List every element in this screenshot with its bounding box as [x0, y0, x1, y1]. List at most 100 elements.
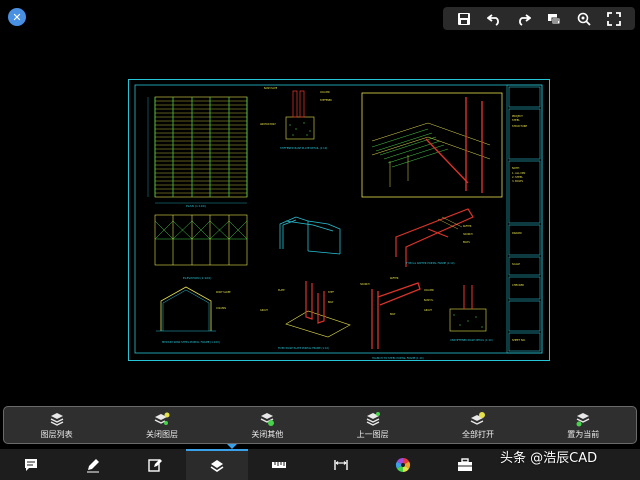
zoom-icon — [577, 12, 591, 26]
color-wheel-button[interactable] — [372, 449, 434, 480]
frame-3d-view — [279, 216, 341, 255]
svg-text:NOTE:: NOTE: — [512, 166, 520, 170]
base-detail-label: STIFFENED BASE PLATE DETAIL (1:10) — [280, 146, 327, 150]
annotation-button[interactable] — [0, 449, 62, 480]
layer-list-button[interactable]: 图层列表 — [9, 407, 105, 443]
elevation-label: ELEVATION (1:100) — [183, 276, 211, 280]
color-wheel-icon — [395, 457, 411, 472]
layer-off-label: 关闭图层 — [145, 429, 178, 439]
layer-current-button[interactable]: 置为当前 — [535, 407, 631, 443]
close-button[interactable]: ✕ — [8, 8, 26, 26]
layer-isolate-button[interactable]: 关闭其他 — [219, 407, 315, 443]
comment-button[interactable] — [544, 9, 564, 29]
pencil-button[interactable] — [62, 449, 124, 480]
ruler-icon — [272, 461, 286, 468]
fullscreen-button[interactable] — [604, 9, 624, 29]
layer-isolate-icon — [260, 412, 275, 426]
layer-panel: 图层列表 关闭图层 关闭其他 上一图层 全部打开 置为当前 — [3, 406, 637, 444]
svg-text:STRUCTURE: STRUCTURE — [512, 124, 528, 128]
layer-list-icon — [50, 412, 63, 426]
portal-label: MEDIUM SPAN STEEL PORTAL FRAME (1:100) — [162, 340, 220, 344]
layer-all-on-button[interactable]: 全部打开 — [430, 407, 526, 443]
layer-all-on-icon — [470, 411, 485, 425]
layer-list-label: 图层列表 — [40, 429, 73, 439]
svg-text:GROUT: GROUT — [260, 309, 269, 312]
plan-label: PLAN (1:100) — [186, 204, 206, 208]
svg-text:BASE PL.: BASE PL. — [424, 299, 434, 302]
elevation-view: ELEVATION (1:100) — [154, 214, 248, 280]
layers-icon — [210, 459, 224, 472]
unstiffened-detail: COLUMN BASE PL. GROUT UNSTIFFENED BASE DET… — [424, 285, 493, 342]
layer-previous-button[interactable]: 上一图层 — [325, 407, 421, 443]
layer-current-label: 置为当前 — [567, 429, 600, 439]
undo-button[interactable] — [484, 9, 504, 29]
fixed-base-detail: PLATE STIFF BOLT GROUT FIXED BASE PLATE POR… — [260, 281, 351, 350]
redo-button[interactable] — [514, 9, 534, 29]
base-plate-detail: BASE PLATE COLUMN STIFFENER ANCHOR BOLT STI… — [260, 87, 332, 150]
fullscreen-icon — [607, 11, 621, 26]
svg-text:COLUMN: COLUMN — [320, 91, 330, 94]
svg-text:HAUNCH: HAUNCH — [360, 283, 370, 286]
svg-text:DRAWN: DRAWN — [512, 231, 522, 235]
portal-frame-view: ROOF SLOPE COLUMN MEDIUM SPAN STEEL PORT… — [156, 286, 231, 344]
svg-text:PROJECT: PROJECT — [512, 114, 523, 118]
svg-text:BOLT: BOLT — [328, 301, 334, 304]
layer-off-icon — [154, 412, 170, 425]
svg-text:BOLT: BOLT — [390, 313, 396, 316]
edit-icon — [148, 458, 162, 472]
toolbox-button[interactable] — [434, 449, 496, 480]
zoom-button[interactable] — [574, 9, 594, 29]
comment-icon — [548, 13, 561, 24]
svg-text:3. BOLTS: 3. BOLTS — [512, 179, 523, 183]
unstiffened-label: UNSTIFFENED BASE DETAIL (1:10) — [450, 338, 493, 342]
fixed-base-label: FIXED BASE PLATE PORTAL FRAME (1:10) — [278, 346, 329, 350]
svg-text:COLUMN: COLUMN — [216, 307, 226, 310]
svg-text:HAUNCH: HAUNCH — [463, 233, 473, 236]
svg-text:PLATE: PLATE — [278, 289, 285, 292]
layer-current-icon — [576, 412, 590, 426]
perspective-view — [361, 92, 503, 198]
svg-text:CHECKED: CHECKED — [512, 283, 524, 287]
rafter-label: TYPICAL RAFTER PORTAL FRAME (1:10) — [406, 261, 454, 265]
ruler-button[interactable] — [248, 449, 310, 480]
rafter-detail: RAFTER HAUNCH BOLTS TYPICAL RAFTER PORTAL … — [395, 208, 474, 267]
svg-text:SCALE: SCALE — [512, 262, 520, 266]
svg-text:ANCHOR BOLT: ANCHOR BOLT — [260, 123, 276, 126]
svg-text:RAFTER: RAFTER — [390, 277, 399, 280]
toolbox-icon — [458, 457, 472, 471]
svg-text:GROUT: GROUT — [424, 309, 433, 312]
cad-drawing-canvas[interactable]: PROJECTSTEEL STRUCTURE NOTE:1. ALL DIM2. … — [128, 79, 550, 361]
svg-text:RAFTER: RAFTER — [463, 225, 472, 228]
layer-previous-label: 上一图层 — [356, 429, 389, 439]
dimension-icon — [334, 459, 348, 470]
title-block-text: PROJECTSTEEL STRUCTURE NOTE:1. ALL DIM2. … — [512, 114, 528, 342]
haunch-label: HAUNCH TO STEEL PORTAL FRAME (1:10) — [372, 356, 424, 360]
svg-text:SHEET NO.: SHEET NO. — [512, 338, 526, 342]
save-button[interactable] — [454, 9, 474, 29]
layers-button[interactable] — [186, 449, 248, 480]
save-icon — [458, 12, 470, 25]
svg-text:COLUMN: COLUMN — [424, 289, 434, 292]
layer-off-button[interactable]: 关闭图层 — [114, 407, 210, 443]
svg-text:2. STEEL: 2. STEEL — [512, 175, 523, 179]
undo-icon — [487, 13, 499, 26]
close-icon: ✕ — [12, 10, 22, 24]
haunch-detail: HAUNCH RAFTER BOLT HAUNCH TO STEEL PORTAL … — [360, 277, 424, 360]
svg-text:BOLTS: BOLTS — [463, 241, 470, 244]
dimension-button[interactable] — [310, 449, 372, 480]
layer-previous-icon — [366, 411, 380, 426]
edit-button[interactable] — [124, 449, 186, 480]
svg-text:BASE PLATE: BASE PLATE — [264, 87, 278, 90]
plan-view: PLAN (1:100) — [147, 96, 248, 208]
layer-all-on-label: 全部打开 — [461, 429, 494, 439]
svg-text:STIFF: STIFF — [328, 291, 335, 294]
watermark-text: 头条 @浩辰CAD — [500, 451, 598, 466]
svg-text:STEEL: STEEL — [512, 118, 520, 122]
layer-isolate-label: 关闭其他 — [251, 429, 284, 439]
redo-icon — [519, 13, 531, 26]
pencil-icon — [87, 458, 99, 472]
svg-text:STIFFENER: STIFFENER — [320, 99, 332, 102]
svg-text:ROOF SLOPE: ROOF SLOPE — [216, 291, 231, 294]
svg-text:1. ALL DIM: 1. ALL DIM — [512, 171, 525, 175]
top-toolbar — [443, 7, 635, 30]
